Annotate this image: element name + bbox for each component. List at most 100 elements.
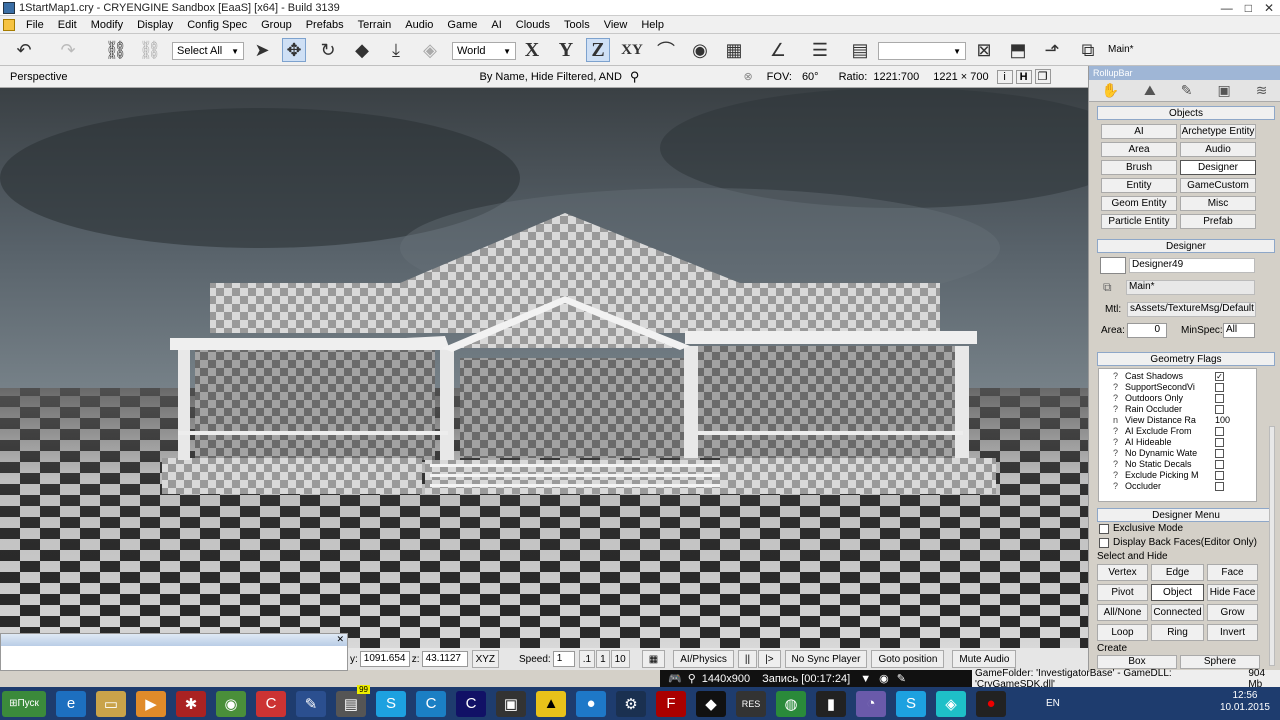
steam-icon[interactable]: ⚙: [616, 690, 646, 717]
ai-physics-button[interactable]: AI/Physics: [673, 650, 734, 668]
step-button[interactable]: |>: [758, 650, 781, 668]
axis-y-button[interactable]: Y: [554, 38, 578, 62]
speed-0-1-button[interactable]: .1: [578, 650, 596, 668]
object-prefab-button[interactable]: Prefab: [1180, 214, 1256, 229]
maximize-button[interactable]: □: [1245, 1, 1252, 15]
flag-checkbox[interactable]: ✓: [1215, 372, 1224, 381]
search-icon[interactable]: ⚲: [630, 69, 640, 85]
close-icon[interactable]: ✕: [336, 634, 344, 645]
menu-tools[interactable]: Tools: [557, 16, 597, 34]
vertex-button[interactable]: Vertex: [1097, 564, 1148, 581]
object-audio-button[interactable]: Audio: [1180, 142, 1256, 157]
cryengine-icon[interactable]: ✱: [176, 690, 206, 717]
fov-value[interactable]: 60°: [802, 71, 819, 83]
flag-outdoors-only[interactable]: ? Outdoors Only: [1113, 393, 1263, 404]
object-geom-entity-button[interactable]: Geom Entity: [1101, 196, 1177, 211]
geometry-flags-header[interactable]: Geometry Flags: [1097, 352, 1275, 366]
flag-checkbox[interactable]: [1215, 482, 1224, 491]
file-explorer-icon[interactable]: ▭: [96, 690, 126, 717]
face-button[interactable]: Face: [1207, 564, 1258, 581]
object-ai-button[interactable]: AI: [1101, 124, 1177, 139]
ring-button[interactable]: Ring: [1151, 624, 1204, 641]
menu-modify[interactable]: Modify: [84, 16, 130, 34]
search-icon[interactable]: ⚲: [688, 672, 696, 685]
media-player-icon[interactable]: ▶: [136, 690, 166, 717]
menu-clouds[interactable]: Clouds: [509, 16, 557, 34]
flag-occluder[interactable]: ? Occluder: [1113, 481, 1263, 492]
console-panel[interactable]: ✕: [0, 633, 348, 671]
move-icon[interactable]: ✥: [282, 38, 306, 62]
chat-icon[interactable]: ●: [576, 690, 606, 717]
grow-button[interactable]: Grow: [1207, 604, 1258, 621]
minimize-button[interactable]: —: [1221, 1, 1233, 15]
close-button[interactable]: ✕: [1264, 1, 1274, 15]
material-button[interactable]: sAssets/TextureMsg/Default: [1127, 302, 1256, 317]
menu-game[interactable]: Game: [440, 16, 484, 34]
flag-ai-exclude[interactable]: ? AI Exclude From: [1113, 426, 1263, 437]
designer-header[interactable]: Designer: [1097, 239, 1275, 253]
viewport-size[interactable]: 1221 × 700: [933, 71, 988, 83]
flag-checkbox[interactable]: [1215, 449, 1224, 458]
mute-audio-button[interactable]: Mute Audio: [952, 650, 1017, 668]
flag-cast-shadows[interactable]: ? Cast Shadows ✓: [1113, 371, 1263, 382]
flag-view-distance-ratio[interactable]: n View Distance Ra 100: [1113, 415, 1263, 426]
goto-position-button[interactable]: Goto position: [871, 650, 945, 668]
unity-icon[interactable]: ◆: [696, 690, 726, 717]
display-tab-icon[interactable]: ▣: [1217, 82, 1230, 99]
camera-icon[interactable]: ◉: [879, 672, 889, 685]
object-archetype-entity-button[interactable]: Archetype Entity: [1180, 124, 1256, 139]
flag-no-static-decals[interactable]: ? No Static Decals: [1113, 459, 1263, 470]
ruler-icon[interactable]: ☰: [808, 38, 832, 62]
axis-z-button[interactable]: Z: [586, 38, 610, 62]
objects-header[interactable]: Objects: [1097, 106, 1275, 120]
object-entity-button[interactable]: Entity: [1101, 178, 1177, 193]
ccleaner-icon[interactable]: C: [256, 690, 286, 717]
menu-ai[interactable]: AI: [484, 16, 508, 34]
viewport-filter[interactable]: By Name, Hide Filtered, AND: [479, 71, 621, 83]
display-back-faces-checkbox[interactable]: [1099, 538, 1109, 548]
pencil-icon[interactable]: ✎: [897, 672, 906, 685]
select-arrow-icon[interactable]: ➤: [250, 38, 274, 62]
chevron-down-icon[interactable]: ▼: [860, 673, 871, 685]
speed-input[interactable]: 1: [552, 651, 575, 667]
axis-x-button[interactable]: X: [520, 38, 544, 62]
unlink-icon[interactable]: ⛓: [138, 38, 162, 62]
language-indicator[interactable]: EN: [1046, 698, 1060, 709]
edge-button[interactable]: Edge: [1151, 564, 1204, 581]
object-lock-icon[interactable]: ⬒: [1006, 38, 1030, 62]
hide-face-button[interactable]: Hide Face: [1207, 584, 1258, 601]
perspective-viewport[interactable]: [0, 88, 1088, 648]
color-swatch[interactable]: [1100, 257, 1126, 274]
object-misc-button[interactable]: Misc: [1180, 196, 1256, 211]
speed-10-button[interactable]: 10: [610, 650, 630, 668]
film-icon[interactable]: ▣: [496, 690, 526, 717]
hide-helpers-button[interactable]: H: [1015, 69, 1032, 84]
flag-support-second-visarea[interactable]: ? SupportSecondVi: [1113, 382, 1263, 393]
speed-1-button[interactable]: 1: [596, 650, 610, 668]
editor-window-icon[interactable]: ✎: [296, 690, 326, 717]
ccleaner-alt-icon[interactable]: C: [456, 690, 486, 717]
undo-icon[interactable]: ↶: [12, 38, 36, 62]
selection-dropdown[interactable]: Select All ▼: [172, 42, 244, 60]
axis-xy-button[interactable]: XY: [620, 38, 644, 62]
res-icon[interactable]: RES: [736, 690, 766, 717]
angle-snap-icon[interactable]: ∠: [766, 38, 790, 62]
connected-button[interactable]: Connected: [1151, 604, 1204, 621]
object-area-button[interactable]: Area: [1101, 142, 1177, 157]
flag-ai-hideable[interactable]: ? AI Hideable: [1113, 437, 1263, 448]
clear-filter-icon[interactable]: ⊗: [743, 70, 752, 83]
flag-checkbox[interactable]: [1215, 394, 1224, 403]
menu-terrain[interactable]: Terrain: [351, 16, 399, 34]
grid-icon[interactable]: ▦: [722, 38, 746, 62]
y-coordinate-input[interactable]: 1091.654: [359, 651, 410, 667]
snap-to-object-icon[interactable]: ◈: [418, 38, 442, 62]
menu-audio[interactable]: Audio: [398, 16, 440, 34]
scale-icon[interactable]: ◆: [350, 38, 374, 62]
start-button[interactable]: ⊞ Пуск: [2, 690, 46, 717]
flag-checkbox[interactable]: [1215, 427, 1224, 436]
flag-checkbox[interactable]: [1215, 405, 1224, 414]
modify-tab-icon[interactable]: ✎: [1181, 82, 1193, 99]
layer-selector[interactable]: Main*: [1126, 280, 1255, 295]
menu-group[interactable]: Group: [254, 16, 299, 34]
rollup-scrollbar[interactable]: [1269, 426, 1275, 666]
